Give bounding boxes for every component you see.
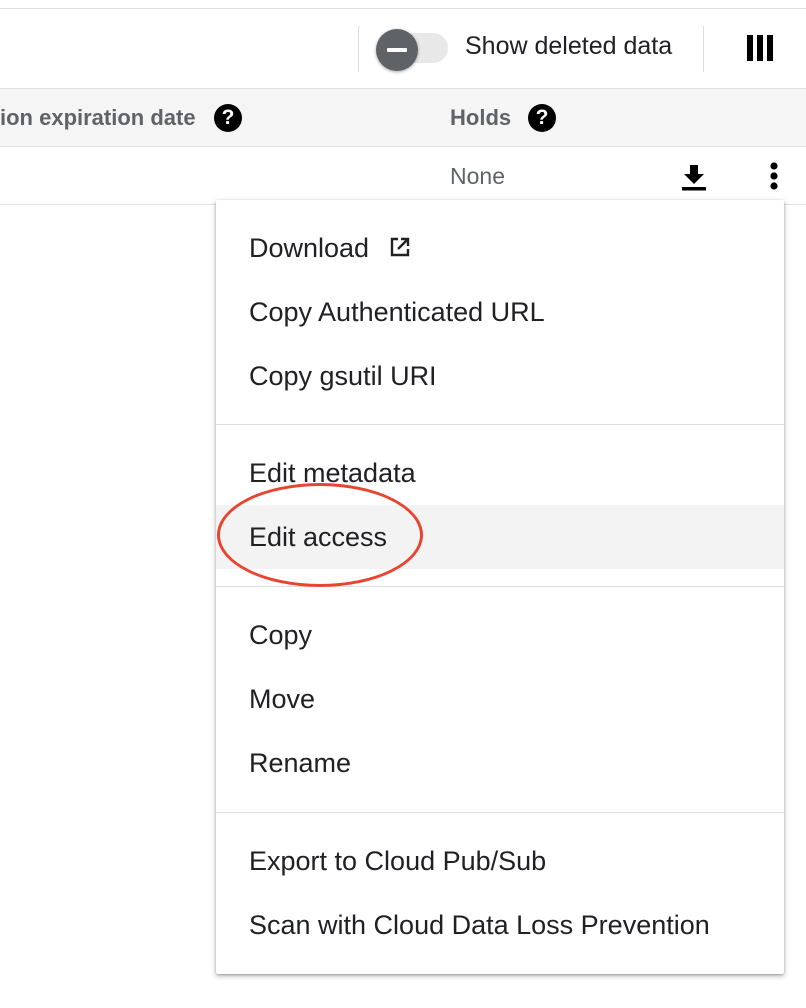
storage-object-browser: Show deleted data ion expiration date ? … bbox=[0, 0, 806, 1008]
show-deleted-toggle[interactable] bbox=[376, 29, 418, 71]
menu-item-edit-metadata[interactable]: Edit metadata bbox=[216, 441, 784, 505]
menu-item-scan-dlp[interactable]: Scan with Cloud Data Loss Prevention bbox=[216, 893, 784, 957]
menu-item-label: Copy Authenticated URL bbox=[249, 297, 545, 327]
menu-item-label: Edit metadata bbox=[249, 458, 416, 488]
toolbar-divider bbox=[358, 26, 359, 72]
column-header-holds[interactable]: Holds bbox=[450, 105, 511, 131]
menu-item-rename[interactable]: Rename bbox=[216, 731, 784, 795]
toolbar-divider bbox=[703, 26, 704, 72]
toolbar: Show deleted data bbox=[0, 8, 806, 88]
menu-item-export-pubsub[interactable]: Export to Cloud Pub/Sub bbox=[216, 829, 784, 893]
menu-item-label: Scan with Cloud Data Loss Prevention bbox=[249, 910, 710, 940]
menu-item-label: Rename bbox=[249, 748, 352, 778]
help-icon[interactable]: ? bbox=[214, 104, 242, 132]
show-deleted-label[interactable]: Show deleted data bbox=[465, 32, 672, 61]
menu-item-label: Copy gsutil URI bbox=[249, 361, 437, 391]
menu-separator bbox=[216, 424, 784, 425]
menu-separator bbox=[216, 812, 784, 813]
menu-item-label: Download bbox=[249, 233, 370, 263]
menu-item-edit-access[interactable]: Edit access bbox=[216, 505, 784, 569]
download-icon[interactable] bbox=[680, 163, 708, 191]
menu-item-move[interactable]: Move bbox=[216, 667, 784, 731]
more-vert-icon[interactable] bbox=[764, 161, 784, 191]
table-header-row: ion expiration date ? Holds ? bbox=[0, 88, 806, 147]
object-actions-menu: Download Copy Authenticated URL Copy gsu… bbox=[216, 200, 784, 974]
holds-cell: None bbox=[450, 163, 505, 189]
menu-item-label: Copy bbox=[249, 620, 313, 650]
column-header-retention-expiration[interactable]: ion expiration date bbox=[0, 105, 196, 131]
menu-item-copy-gsutil-uri[interactable]: Copy gsutil URI bbox=[216, 344, 784, 408]
menu-item-copy-authenticated-url[interactable]: Copy Authenticated URL bbox=[216, 280, 784, 344]
menu-item-label: Export to Cloud Pub/Sub bbox=[249, 846, 547, 876]
column-display-icon[interactable] bbox=[747, 35, 773, 61]
help-icon[interactable]: ? bbox=[528, 104, 556, 132]
menu-separator bbox=[216, 586, 784, 587]
external-link-icon bbox=[390, 237, 409, 257]
menu-item-copy[interactable]: Copy bbox=[216, 603, 784, 667]
menu-item-download[interactable]: Download bbox=[216, 216, 784, 280]
table-row: None bbox=[0, 147, 806, 205]
menu-item-label: Move bbox=[249, 684, 316, 714]
menu-item-label: Edit access bbox=[249, 522, 388, 552]
